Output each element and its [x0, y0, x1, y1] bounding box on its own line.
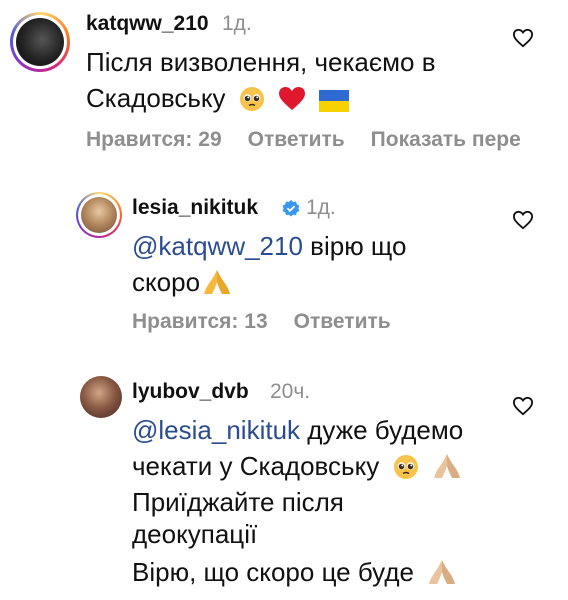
translate-button[interactable]: Показать пере	[371, 128, 521, 151]
comment-text-2: Скадовську	[86, 80, 350, 116]
ukraine-flag-emoji	[319, 90, 350, 112]
folded-hands-emoji	[433, 454, 460, 478]
comment-text-3: Приїджайте після	[132, 484, 344, 520]
reply-button[interactable]: Ответить	[294, 310, 391, 333]
comment-text-line4: деокупації	[132, 519, 258, 549]
comment-text-line3: Приїджайте після	[132, 487, 344, 517]
comment-time: 20ч.	[270, 380, 311, 403]
comment-text-4: деокупації	[132, 516, 257, 552]
comment-text-5: Вірю, що скоро це буде	[132, 554, 457, 590]
pleading-face-emoji	[393, 455, 418, 479]
comment-text-line5: Вірю, що скоро це буде	[132, 557, 414, 587]
heart-outline-icon[interactable]	[512, 210, 534, 230]
comment-text-line1: дуже будемо	[300, 415, 464, 445]
comment-katqww: katqww_210 1д. Після визволення, чекаємо…	[0, 0, 568, 160]
comment-time: 1д.	[306, 196, 336, 219]
comment-lesia: lesia_nikituk 1д. @katqww_210 вірю що ск…	[0, 160, 568, 340]
heart-outline-icon[interactable]	[512, 396, 534, 416]
comment-actions: Нравится: 29 Ответить Показать пере	[86, 128, 547, 152]
verified-badge-icon	[282, 200, 300, 217]
comment-text-line2: скоро	[132, 267, 201, 297]
comment-lyubov: lyubov_dvb 20ч. @lesia_nikituk дуже буде…	[0, 360, 568, 600]
comment-text-2: чекати у Скадовську	[132, 448, 462, 484]
folded-hands-emoji	[429, 560, 456, 584]
comment-text: Після визволення, чекаємо в	[86, 44, 436, 80]
avatar[interactable]	[80, 376, 122, 418]
comment-username[interactable]: lesia_nikituk	[132, 196, 258, 220]
comment-text-line1: вірю що	[302, 231, 407, 261]
heart-outline-icon[interactable]	[512, 28, 534, 48]
comment-text-line2: чекати у Скадовську	[132, 451, 380, 481]
comment-text-line2: Скадовську	[86, 83, 226, 113]
comment-text: @katqww_210 вірю що	[132, 228, 407, 264]
mention-link[interactable]: @lesia_nikituk	[132, 415, 300, 445]
folded-hands-emoji	[204, 270, 231, 294]
comment-text-line1: Після визволення, чекаємо в	[86, 47, 436, 77]
likes-count[interactable]: Нравится: 13	[132, 310, 268, 333]
avatar[interactable]	[76, 192, 122, 238]
comment-actions: Нравится: 13 Ответить	[132, 310, 417, 334]
comment-time: 1д.	[222, 12, 252, 35]
reply-button[interactable]: Ответить	[248, 128, 345, 151]
pleading-face-emoji	[239, 87, 264, 111]
mention-link[interactable]: @katqww_210	[132, 231, 303, 261]
comment-text-2: скоро	[132, 264, 232, 300]
comment-username[interactable]: katqww_210	[86, 12, 209, 36]
avatar[interactable]	[10, 12, 70, 72]
comment-text: @lesia_nikituk дуже будемо	[132, 412, 463, 448]
likes-count[interactable]: Нравится: 29	[86, 128, 222, 151]
comment-username[interactable]: lyubov_dvb	[132, 380, 249, 404]
red-heart-emoji	[279, 87, 306, 110]
